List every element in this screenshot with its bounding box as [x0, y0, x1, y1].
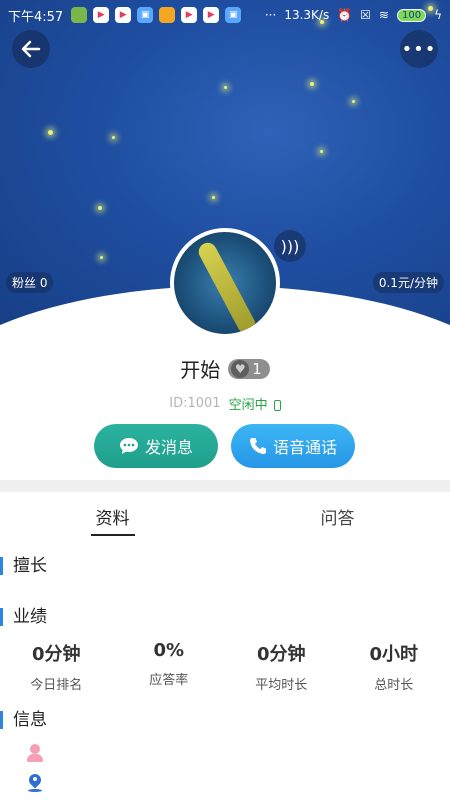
alarm-icon: ⏰	[337, 8, 353, 22]
charging-icon: ϟ	[434, 8, 442, 22]
video-app-icon: ▶	[181, 7, 198, 23]
send-message-button[interactable]: 发消息	[94, 424, 218, 468]
wifi-icon: ≋	[378, 8, 389, 22]
stat-label: 平均时长	[255, 678, 308, 693]
arrow-left-icon	[21, 40, 41, 58]
profile-tabs: 资料 问答	[0, 492, 450, 540]
notification-app-icon: ▣	[225, 7, 242, 23]
more-dots-icon: •••	[401, 38, 437, 60]
notification-app-icon: ▣	[137, 7, 154, 23]
id-row: ID:1001 空闲中	[0, 394, 450, 413]
status-time: 下午4:57	[8, 9, 64, 25]
status-indicators: ··· 13.3K/s ⏰ ☒ ≋ 100 ϟ	[265, 8, 442, 22]
voice-call-label: 语音通话	[272, 438, 337, 457]
phone-status-icon	[273, 400, 281, 411]
tab-qa-label: 问答	[320, 508, 355, 529]
sound-wave-icon: )))	[280, 236, 300, 256]
voice-intro-button[interactable]: )))	[274, 230, 306, 262]
phone-icon	[249, 438, 266, 454]
video-app-icon: ▶	[203, 7, 220, 23]
online-status-text: 空闲中	[228, 398, 268, 413]
performance-stats: 0分钟 今日排名 0% 应答率 0分钟 平均时长 0小时 总时长	[0, 640, 450, 693]
voice-call-button[interactable]: 语音通话	[231, 424, 355, 468]
like-count: 1	[252, 359, 262, 378]
status-bar: 下午4:57 ▶ ▶ ▣ ▶ ▶ ▣ ··· 13.3K/s ⏰ ☒ ≋ 100…	[0, 0, 450, 30]
location-pin-icon	[26, 771, 44, 792]
stat-item: 0小时 总时长	[338, 640, 450, 693]
fans-count: 粉丝 0	[6, 272, 54, 293]
more-button[interactable]: •••	[400, 30, 438, 68]
chat-bubble-icon	[119, 438, 138, 454]
stat-item: 0% 应答率	[113, 640, 226, 693]
user-name: 开始	[180, 358, 221, 382]
stat-label: 总时长	[374, 678, 414, 693]
tab-profile-info[interactable]: 资料	[0, 492, 225, 540]
section-title-skill: 擅长	[0, 557, 47, 575]
star-decoration	[98, 206, 102, 210]
online-status: 空闲中	[229, 394, 281, 413]
game-app-icon	[159, 7, 176, 23]
battery-indicator: 100	[396, 8, 427, 22]
user-id: ID:1001	[169, 396, 221, 411]
more-notifications-icon: ···	[264, 8, 277, 22]
section-title-performance: 业绩	[0, 608, 47, 626]
video-app-icon: ▶	[115, 7, 132, 23]
heart-icon: ♥	[231, 359, 250, 378]
video-app-icon: ▶	[93, 7, 110, 23]
tab-profile-info-label: 资料	[95, 508, 130, 529]
tab-qa[interactable]: 问答	[225, 492, 450, 540]
stat-value: 0分钟	[31, 644, 81, 665]
name-row: 开始 ♥ 1	[0, 354, 450, 383]
android-app-icon	[71, 7, 88, 23]
section-title-info: 信息	[0, 711, 47, 729]
section-divider	[0, 480, 450, 492]
star-decoration	[112, 136, 115, 139]
person-icon	[26, 744, 44, 762]
avatar[interactable]	[170, 228, 280, 338]
like-badge[interactable]: ♥ 1	[228, 358, 270, 379]
sim-icon: ☒	[360, 8, 371, 22]
send-message-label: 发消息	[144, 438, 193, 457]
star-decoration	[310, 82, 314, 86]
stat-label: 应答率	[149, 673, 189, 688]
star-decoration	[320, 150, 323, 153]
stat-item: 0分钟 平均时长	[225, 640, 338, 693]
stat-value: 0分钟	[256, 644, 306, 665]
price-rate: 0.1元/分钟	[372, 272, 444, 293]
net-speed: 13.3K/s	[284, 8, 330, 22]
stat-value: 0小时	[369, 644, 419, 665]
back-button[interactable]	[12, 30, 50, 68]
stat-label: 今日排名	[30, 678, 83, 693]
star-decoration	[224, 86, 227, 89]
star-decoration	[100, 256, 103, 259]
star-decoration	[352, 100, 355, 103]
rowing-boat-image	[195, 239, 259, 334]
stat-value: 0%	[153, 640, 185, 661]
star-decoration	[48, 130, 53, 135]
stat-item: 0分钟 今日排名	[0, 640, 113, 693]
star-decoration	[212, 196, 215, 199]
